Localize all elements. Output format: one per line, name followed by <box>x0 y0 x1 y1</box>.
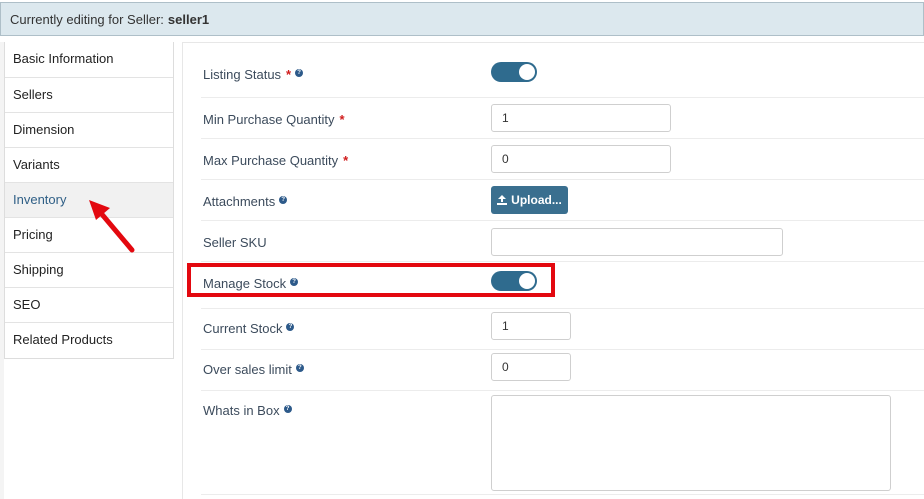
sidebar-item-basic-information[interactable]: Basic Information <box>5 42 173 77</box>
sidebar-item-variants[interactable]: Variants <box>5 147 173 182</box>
attachments-label: Attachments <box>203 194 276 209</box>
over-sales-limit-input[interactable]: 0 <box>491 353 571 381</box>
row-attachments: Attachments? Upload... <box>201 180 924 221</box>
help-icon[interactable]: ? <box>279 196 288 204</box>
help-icon[interactable]: ? <box>295 69 304 77</box>
whats-in-box-textarea[interactable] <box>491 395 891 491</box>
help-icon[interactable]: ? <box>295 364 304 372</box>
required-marker: * <box>343 153 349 168</box>
annotation-highlight-box <box>187 263 555 297</box>
help-icon[interactable]: ? <box>283 405 292 413</box>
annotation-arrow <box>89 200 135 253</box>
editing-context-bar: Currently editing for Seller: seller1 <box>0 2 924 36</box>
row-whats-in-box: Whats in Box? <box>201 391 924 495</box>
listing-status-toggle[interactable] <box>491 62 537 82</box>
upload-button[interactable]: Upload... <box>491 186 568 214</box>
required-marker: * <box>339 112 345 127</box>
seller-sku-label: Seller SKU <box>203 235 267 250</box>
seller-sku-input[interactable] <box>491 228 783 256</box>
whats-in-box-label: Whats in Box <box>203 403 280 418</box>
max-purchase-label: Max Purchase Quantity <box>203 153 339 168</box>
row-seller-sku: Seller SKU <box>201 221 924 262</box>
current-stock-input[interactable]: 1 <box>491 312 571 340</box>
seller-name: seller1 <box>167 11 210 27</box>
editing-context-prefix: Currently editing for Seller: <box>10 11 164 27</box>
row-current-stock: Current Stock? 1 <box>201 309 924 350</box>
row-max-purchase: Max Purchase Quantity * 0 <box>201 139 924 180</box>
row-over-sales-limit: Over sales limit? 0 <box>201 350 924 391</box>
sidebar-item-sellers[interactable]: Sellers <box>5 77 173 112</box>
sidebar-item-dimension[interactable]: Dimension <box>5 112 173 147</box>
row-min-purchase: Min Purchase Quantity * 1 <box>201 98 924 139</box>
sidebar-item-related-products[interactable]: Related Products <box>5 322 173 357</box>
min-purchase-label: Min Purchase Quantity <box>203 112 335 127</box>
current-stock-label: Current Stock <box>203 321 283 336</box>
sidebar-item-seo[interactable]: SEO <box>5 287 173 322</box>
help-icon[interactable]: ? <box>286 323 295 331</box>
over-sales-limit-label: Over sales limit <box>203 362 292 377</box>
listing-status-label: Listing Status <box>203 67 282 82</box>
row-listing-status: Listing Status *? <box>201 43 924 98</box>
required-marker: * <box>286 67 292 82</box>
upload-button-label: Upload... <box>511 193 562 207</box>
sidebar-item-shipping[interactable]: Shipping <box>5 252 173 287</box>
max-purchase-input[interactable]: 0 <box>491 145 671 173</box>
toggle-knob <box>519 64 535 80</box>
min-purchase-input[interactable]: 1 <box>491 104 671 132</box>
upload-icon <box>497 195 508 205</box>
